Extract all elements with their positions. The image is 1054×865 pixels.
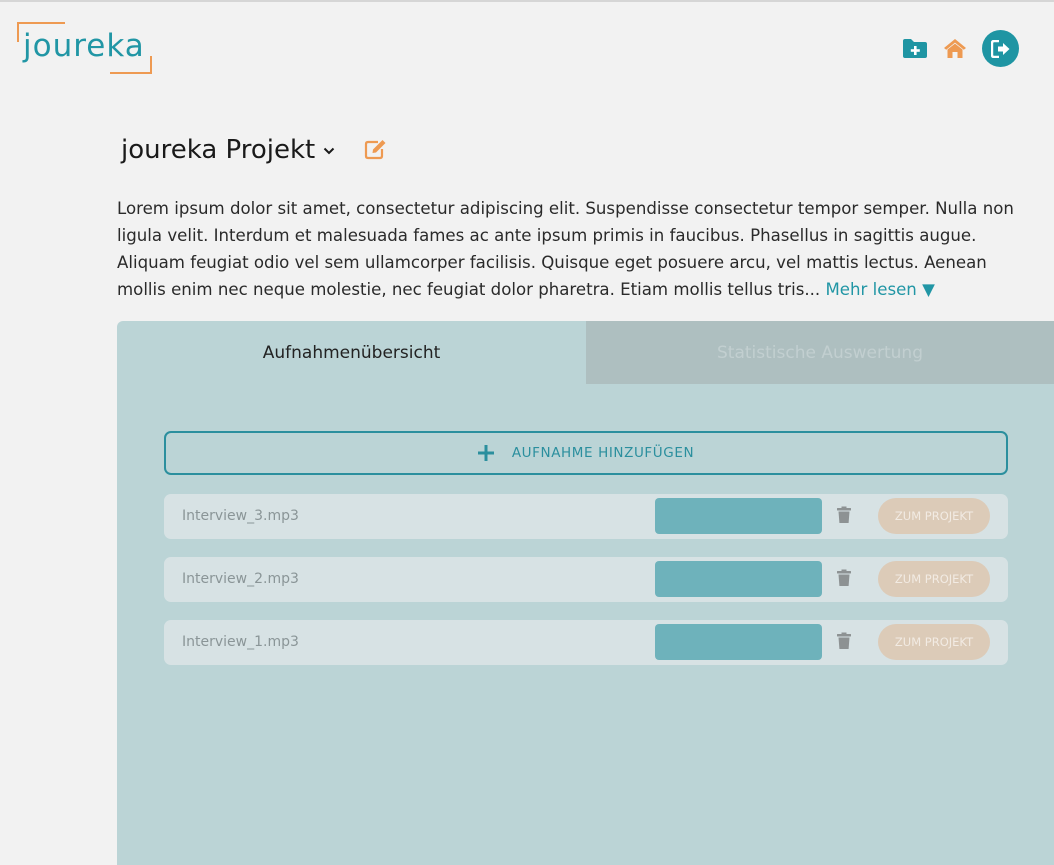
delete-recording-button[interactable] [836,506,852,524]
add-folder-button[interactable] [902,37,928,59]
edit-icon [364,140,386,160]
tab-statistics[interactable]: Statistische Auswertung [586,321,1054,384]
delete-recording-button[interactable] [836,632,852,650]
plus-icon [477,445,494,461]
add-recording-label: AUFNAHME HINZUFÜGEN [511,445,695,461]
trash-icon [837,506,851,523]
chevron-down-icon[interactable] [323,147,335,155]
top-border [0,0,1054,2]
logout-button[interactable] [982,30,1019,67]
home-icon [944,39,966,58]
logout-icon [990,39,1009,58]
read-more-link[interactable]: Mehr lesen ▼ [825,280,934,299]
tab-recordings-overview[interactable]: Aufnahmenübersicht [117,321,586,384]
recording-row: Interview_3.mp3 ZUM PROJEKT [164,494,1008,539]
logo-text: joureka [23,28,145,64]
recording-name: Interview_1.mp3 [182,634,299,650]
trash-icon [837,569,851,586]
project-description: Lorem ipsum dolor sit amet, consectetur … [117,195,1027,303]
to-project-button[interactable]: ZUM PROJEKT [878,624,990,660]
recordings-panel: Aufnahmenübersicht Statistische Auswertu… [117,321,1054,865]
trash-icon [837,632,851,649]
to-project-button[interactable]: ZUM PROJEKT [878,498,990,534]
recording-row: Interview_2.mp3 ZUM PROJEKT [164,557,1008,602]
recording-progress-bar [655,624,822,660]
add-recording-button[interactable]: AUFNAHME HINZUFÜGEN [164,431,1008,475]
edit-project-button[interactable] [364,138,388,160]
to-project-button[interactable]: ZUM PROJEKT [878,561,990,597]
delete-recording-button[interactable] [836,569,852,587]
recording-progress-bar [655,498,822,534]
project-title: joureka Projekt [121,135,316,165]
recording-row: Interview_1.mp3 ZUM PROJEKT [164,620,1008,665]
project-title-row: joureka Projekt [121,128,335,172]
home-button[interactable] [943,36,967,60]
joureka-logo[interactable]: joureka [17,22,152,74]
recording-name: Interview_3.mp3 [182,508,299,524]
recording-progress-bar [655,561,822,597]
add-folder-icon [903,39,927,58]
recording-name: Interview_2.mp3 [182,571,299,587]
